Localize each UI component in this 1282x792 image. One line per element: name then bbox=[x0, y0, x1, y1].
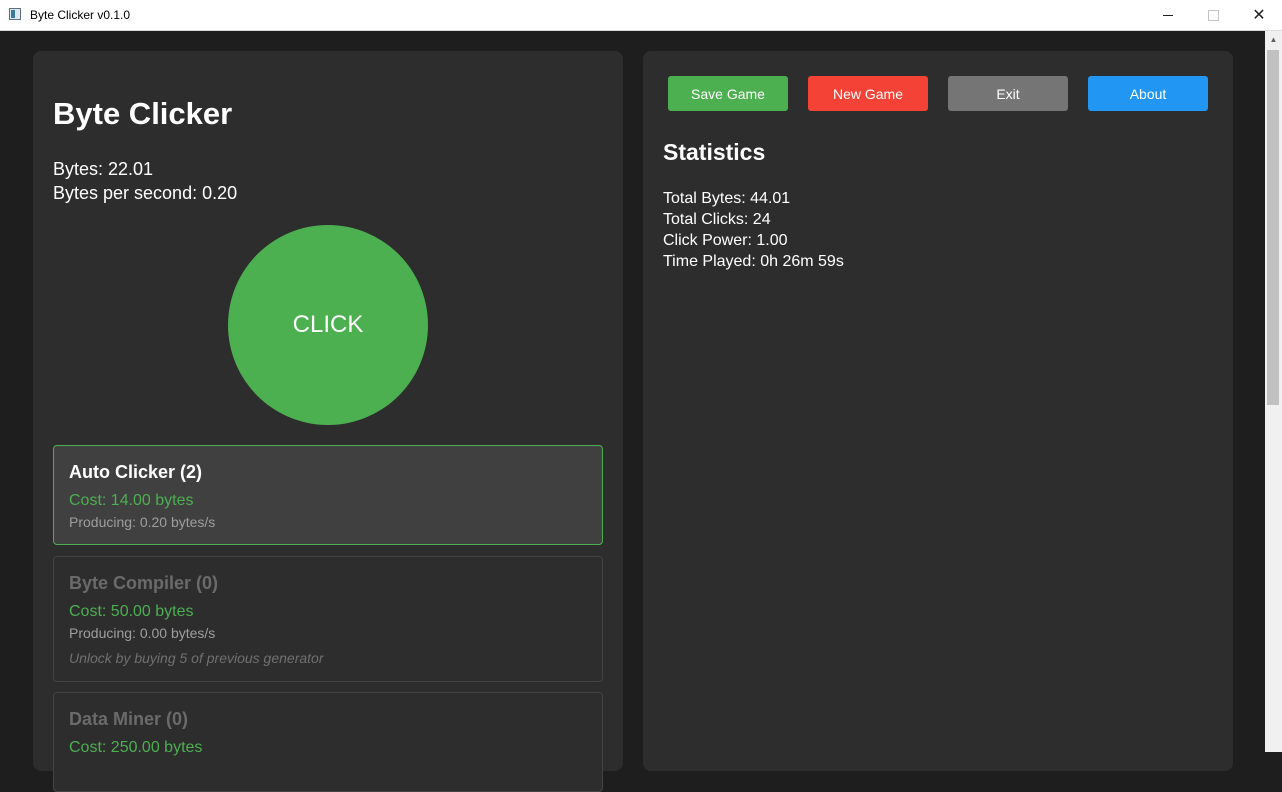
generator-production: Producing: 0.00 bytes/s bbox=[69, 625, 216, 641]
generator-name: Auto Clicker (2) bbox=[69, 462, 203, 482]
generator-cost: Cost: 14.00 bytes bbox=[69, 492, 194, 509]
click-button[interactable]: CLICK bbox=[228, 225, 428, 425]
stat-time-played: Time Played: 0h 26m 59s bbox=[663, 253, 844, 270]
stat-click-power: Click Power: 1.00 bbox=[663, 232, 788, 249]
minimize-button[interactable] bbox=[1145, 0, 1191, 30]
generator-name: Byte Compiler (0) bbox=[69, 573, 219, 593]
window-titlebar[interactable]: Byte Clicker v0.1.0 ✕ bbox=[0, 0, 1282, 31]
bytes-counter: Bytes: 22.01 bbox=[53, 159, 154, 179]
new-game-button[interactable]: New Game bbox=[808, 76, 928, 111]
generator-production: Producing: 0.20 bytes/s bbox=[69, 514, 216, 530]
about-button[interactable]: About bbox=[1088, 76, 1208, 111]
app-icon bbox=[9, 8, 21, 20]
maximize-button[interactable] bbox=[1190, 0, 1236, 30]
game-panel: Byte Clicker Bytes: 22.01 Bytes per seco… bbox=[33, 51, 623, 792]
generator-cost: Cost: 50.00 bytes bbox=[69, 603, 194, 620]
maximize-icon bbox=[1207, 9, 1219, 21]
statistics-title: Statistics bbox=[663, 139, 766, 165]
minimize-icon bbox=[1163, 14, 1173, 16]
window-title: Byte Clicker v0.1.0 bbox=[30, 8, 131, 22]
generator-card-data-miner: Data Miner (0) Cost: 250.00 bytes bbox=[53, 692, 603, 792]
statistics-panel: Save Game New Game Exit About Statistics… bbox=[643, 51, 1233, 771]
scrollbar-thumb[interactable] bbox=[1267, 50, 1279, 405]
game-title: Byte Clicker bbox=[53, 96, 233, 131]
close-button[interactable]: ✕ bbox=[1236, 0, 1282, 30]
exit-button[interactable]: Exit bbox=[948, 76, 1068, 111]
generator-name: Data Miner (0) bbox=[69, 709, 189, 729]
bytes-per-second: Bytes per second: 0.20 bbox=[53, 183, 238, 203]
close-icon: ✕ bbox=[1252, 7, 1266, 24]
generator-cost: Cost: 250.00 bytes bbox=[69, 739, 203, 756]
stat-total-bytes: Total Bytes: 44.01 bbox=[663, 190, 791, 207]
scroll-up-arrow-icon[interactable]: ▲ bbox=[1265, 31, 1282, 48]
stat-total-clicks: Total Clicks: 24 bbox=[663, 211, 771, 228]
generator-unlock-hint: Unlock by buying 5 of previous generator bbox=[69, 650, 324, 666]
generator-card-auto-clicker[interactable]: Auto Clicker (2) Cost: 14.00 bytes Produ… bbox=[53, 445, 603, 545]
vertical-scrollbar[interactable]: ▲ bbox=[1265, 31, 1282, 752]
generator-card-byte-compiler: Byte Compiler (0) Cost: 50.00 bytes Prod… bbox=[53, 556, 603, 682]
save-game-button[interactable]: Save Game bbox=[668, 76, 788, 111]
